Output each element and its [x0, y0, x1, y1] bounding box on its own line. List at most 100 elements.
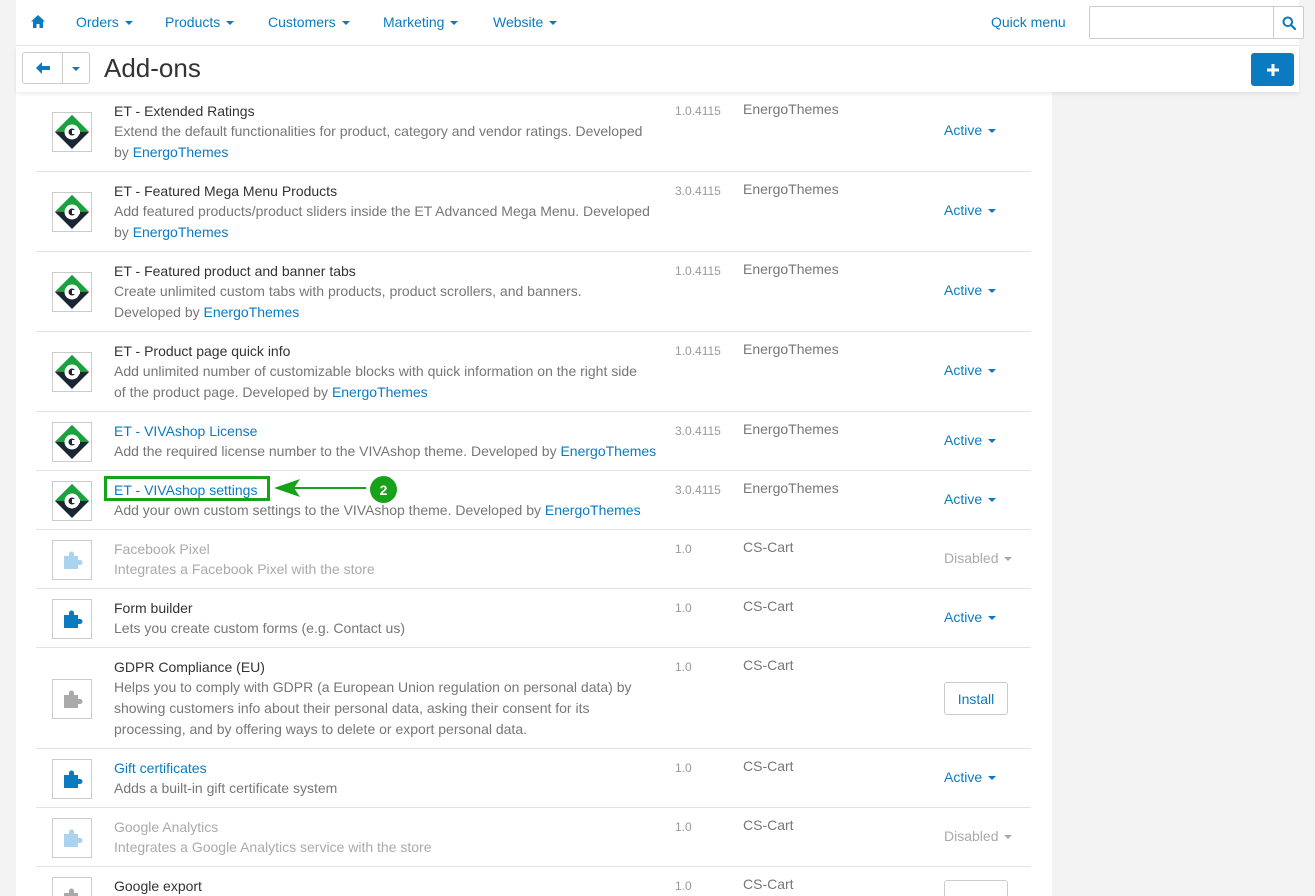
addon-description: Extend the default functionalities for p…	[114, 123, 643, 139]
addon-description: Integrates a Google Analytics service wi…	[114, 839, 432, 855]
nav-marketing[interactable]: Marketing	[383, 14, 459, 30]
addon-icon	[52, 759, 92, 799]
addon-info: GDPR Compliance (EU) Helps you to comply …	[114, 657, 664, 740]
quick-menu-link[interactable]: Quick menu	[991, 14, 1066, 30]
addon-version: 1.0	[675, 820, 692, 834]
addon-icon	[52, 272, 92, 312]
addon-version: 1.0	[675, 879, 692, 893]
search-input[interactable]	[1090, 7, 1260, 38]
addon-name[interactable]: ET - VIVAshop License	[114, 421, 664, 441]
caret-down-icon	[988, 369, 997, 373]
addon-name: Google export	[114, 878, 202, 894]
addon-row: GDPR Compliance (EU) Helps you to comply …	[36, 648, 1031, 749]
home-icon[interactable]	[30, 14, 46, 30]
caret-down-icon	[988, 209, 997, 213]
status-dropdown[interactable]: Active	[944, 432, 997, 448]
addon-name: Google Analytics	[114, 819, 219, 835]
energothemes-logo-icon	[54, 483, 90, 519]
developer-link[interactable]: EnergoThemes	[133, 224, 229, 240]
addon-author: EnergoThemes	[743, 101, 839, 117]
nav-website[interactable]: Website	[493, 14, 558, 30]
addon-description: Adds a built-in gift certificate system	[114, 780, 338, 796]
addon-info: ET - Featured product and banner tabs Cre…	[114, 261, 664, 323]
addon-version: 3.0.4115	[675, 483, 721, 497]
status-dropdown[interactable]: Active	[944, 282, 997, 298]
addon-info: Form builder Lets you create custom forms…	[114, 598, 664, 639]
addon-version: 3.0.4115	[675, 184, 721, 198]
developer-link[interactable]: EnergoThemes	[332, 384, 428, 400]
back-button[interactable]	[23, 53, 63, 83]
addon-row: Google Analytics Integrates a Google Anal…	[36, 808, 1031, 867]
addon-row: ET - VIVAshop License Add the required li…	[36, 412, 1031, 471]
addon-version: 1.0	[675, 542, 692, 556]
addon-row: Facebook Pixel Integrates a Facebook Pixe…	[36, 530, 1031, 589]
addon-description: of the product page. Developed by Energo…	[114, 384, 428, 400]
developer-link[interactable]: EnergoThemes	[133, 144, 229, 160]
developer-link[interactable]: EnergoThemes	[204, 304, 300, 320]
addon-description: Add featured products/product sliders in…	[114, 203, 650, 219]
install-button[interactable]	[944, 880, 1008, 896]
addon-icon	[52, 481, 92, 521]
addon-row: ET - Product page quick info Add unlimite…	[36, 332, 1031, 412]
status-dropdown[interactable]: Active	[944, 769, 997, 785]
addon-name: Facebook Pixel	[114, 541, 210, 557]
addon-icon	[52, 540, 92, 580]
status-dropdown[interactable]: Active	[944, 122, 997, 138]
energothemes-logo-icon	[54, 354, 90, 390]
addon-name: ET - Product page quick info	[114, 343, 291, 359]
developer-link[interactable]: EnergoThemes	[545, 502, 641, 518]
addon-description: Integrates a Facebook Pixel with the sto…	[114, 561, 375, 577]
addon-name: ET - Featured Mega Menu Products	[114, 183, 338, 199]
addon-name[interactable]: Gift certificates	[114, 758, 664, 778]
nav-customers[interactable]: Customers	[268, 14, 350, 30]
status-dropdown[interactable]: Active	[944, 362, 997, 378]
caret-down-icon	[988, 776, 997, 780]
status-dropdown[interactable]: Disabled	[944, 550, 1013, 566]
annotation-step-badge: 2	[370, 476, 397, 503]
addon-row: ET - Extended Ratings Extend the default …	[36, 92, 1031, 172]
addon-version: 1.0.4115	[675, 344, 721, 358]
addon-row: ET - Featured Mega Menu Products Add feat…	[36, 172, 1031, 252]
addon-info: Google export	[114, 876, 664, 896]
addon-author: CS-Cart	[743, 539, 794, 555]
addon-icon	[52, 422, 92, 462]
addon-icon	[52, 192, 92, 232]
addon-icon	[52, 877, 92, 896]
addon-name: Form builder	[114, 600, 193, 616]
addon-description: Add the required license number to the V…	[114, 443, 657, 459]
addon-author: EnergoThemes	[743, 261, 839, 277]
caret-down-icon	[988, 129, 997, 133]
status-dropdown[interactable]: Disabled	[944, 828, 1013, 844]
plus-icon	[1266, 63, 1279, 76]
developer-link[interactable]: EnergoThemes	[560, 443, 656, 459]
status-dropdown[interactable]: Active	[944, 491, 997, 507]
search-button[interactable]	[1273, 7, 1303, 38]
energothemes-logo-icon	[54, 194, 90, 230]
energothemes-logo-icon	[54, 424, 90, 460]
nav-orders[interactable]: Orders	[76, 14, 133, 30]
history-dropdown-button[interactable]	[63, 53, 89, 83]
caret-down-icon	[988, 616, 997, 620]
nav-products[interactable]: Products	[165, 14, 235, 30]
addon-author: CS-Cart	[743, 657, 794, 673]
addon-author: CS-Cart	[743, 817, 794, 833]
add-addon-button[interactable]	[1251, 53, 1294, 86]
addon-row: ET - Featured product and banner tabs Cre…	[36, 252, 1031, 332]
addon-author: CS-Cart	[743, 876, 794, 892]
addon-info: ET - Extended Ratings Extend the default …	[114, 101, 664, 163]
top-navigation-bar: Orders Products Customers Marketing Webs…	[16, 0, 1304, 46]
search-icon	[1282, 16, 1296, 30]
puzzle-icon	[61, 549, 83, 571]
addon-author: CS-Cart	[743, 758, 794, 774]
install-button[interactable]: Install	[944, 682, 1008, 715]
addon-info: Gift certificates Adds a built-in gift ce…	[114, 758, 664, 799]
addon-author: EnergoThemes	[743, 181, 839, 197]
arrow-left-icon	[35, 62, 50, 74]
status-dropdown[interactable]: Active	[944, 609, 997, 625]
addon-author: EnergoThemes	[743, 421, 839, 437]
caret-down-icon	[226, 21, 235, 25]
status-dropdown[interactable]: Active	[944, 202, 997, 218]
addon-description: Create unlimited custom tabs with produc…	[114, 283, 582, 299]
addon-row: Gift certificates Adds a built-in gift ce…	[36, 749, 1031, 808]
addon-description: Add unlimited number of customizable blo…	[114, 363, 637, 379]
